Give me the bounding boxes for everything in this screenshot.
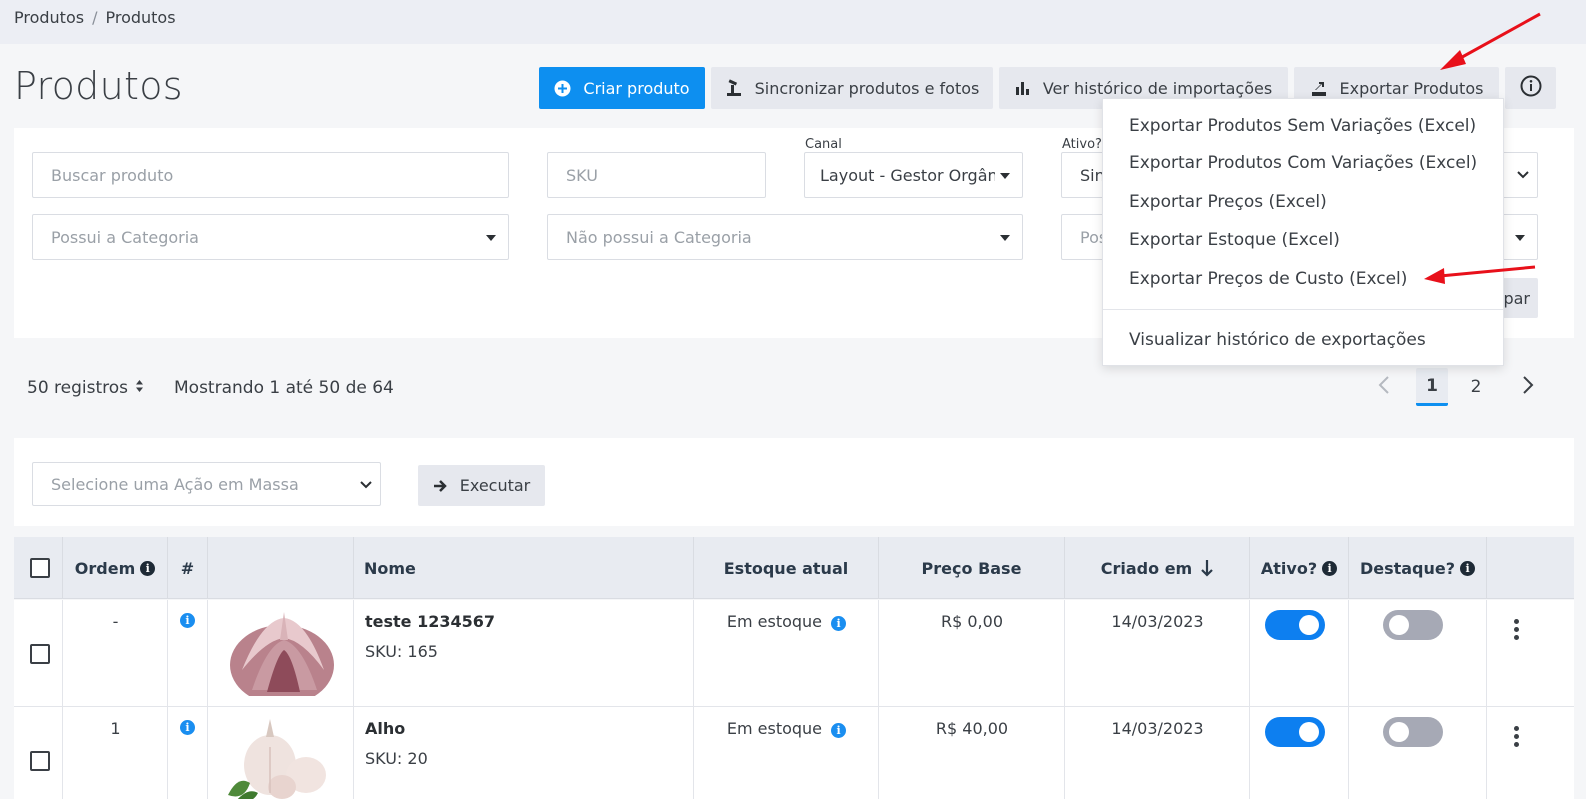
annotation-arrow-cost-head	[1424, 268, 1445, 284]
annotation-arrow-export-head	[1440, 50, 1466, 70]
annotation-arrows	[1424, 12, 1541, 284]
annotation-arrow-cost	[1439, 265, 1536, 278]
annotation-arrow-export	[1454, 12, 1541, 63]
